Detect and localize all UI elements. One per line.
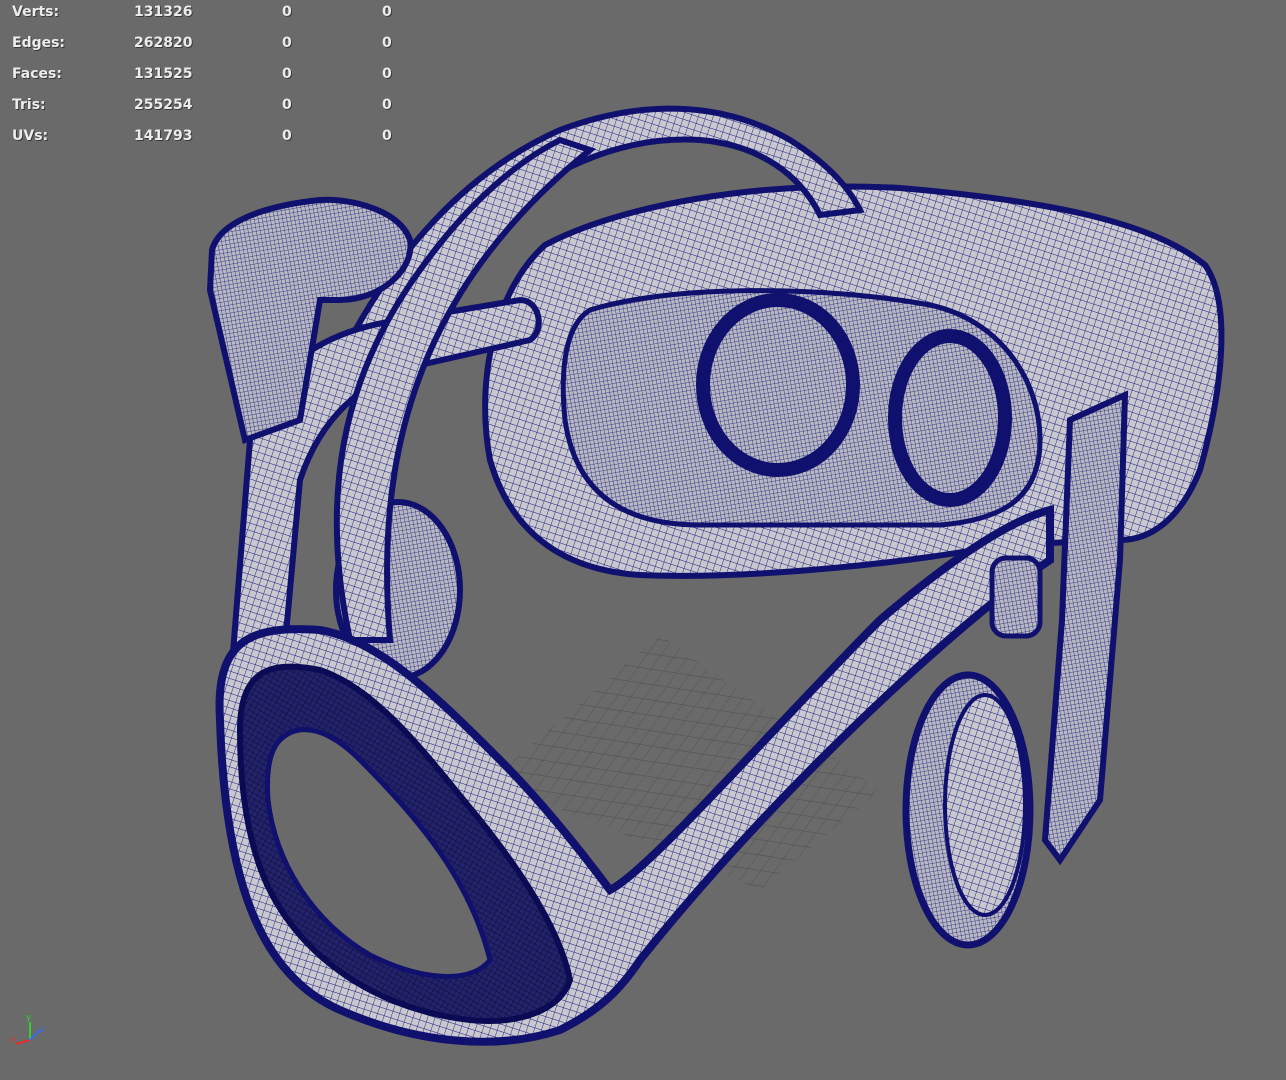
vr-headset-wireframe-model[interactable] bbox=[0, 0, 1286, 1080]
hud-selected: 0 bbox=[282, 4, 292, 20]
left-lens[interactable] bbox=[696, 293, 860, 477]
hud-total: 255254 bbox=[134, 97, 193, 113]
hud-value: 0 bbox=[382, 128, 392, 144]
hud-value: 0 bbox=[382, 66, 392, 82]
hud-value: 0 bbox=[382, 97, 392, 113]
hud-selected: 0 bbox=[282, 97, 292, 113]
hud-total: 262820 bbox=[134, 35, 193, 51]
hud-label: Tris: bbox=[12, 97, 46, 113]
hud-selected: 0 bbox=[282, 128, 292, 144]
right-headphone-face bbox=[943, 693, 1027, 917]
hud-label: UVs: bbox=[12, 128, 49, 144]
hud-total: 131326 bbox=[134, 4, 193, 20]
hud-label: Verts: bbox=[12, 4, 60, 20]
adjust-knob[interactable] bbox=[989, 555, 1043, 639]
axis-x-label: x bbox=[10, 1035, 16, 1045]
hud-value: 0 bbox=[382, 35, 392, 51]
axis-gizmo: y x z bbox=[10, 1013, 45, 1045]
hud-selected: 0 bbox=[282, 35, 292, 51]
hud-label: Edges: bbox=[12, 35, 66, 51]
axis-z-label: z bbox=[40, 1025, 45, 1035]
maya-viewport[interactable]: Verts: 131326 0 0 Edges: 262820 0 0 Face… bbox=[0, 0, 1286, 1080]
axis-y-label: y bbox=[26, 1013, 32, 1023]
hud-total: 131525 bbox=[134, 66, 193, 82]
hud-selected: 0 bbox=[282, 66, 292, 82]
hud-label: Faces: bbox=[12, 66, 62, 82]
hud-value: 0 bbox=[382, 4, 392, 20]
right-lens[interactable] bbox=[888, 329, 1012, 507]
hud-total: 141793 bbox=[134, 128, 193, 144]
